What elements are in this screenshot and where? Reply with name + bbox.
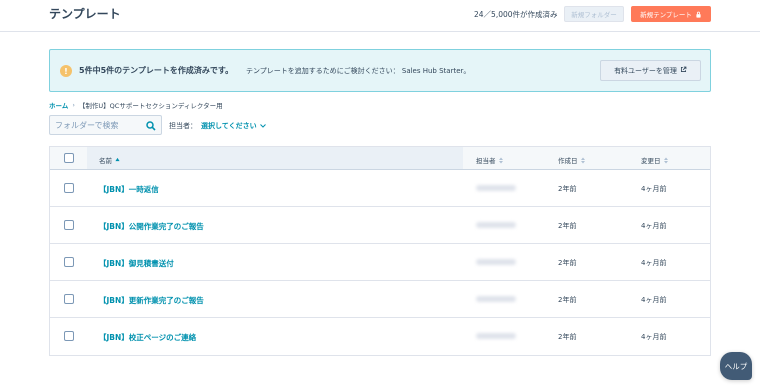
created-date: 2年前 [558, 259, 577, 267]
folder-search-box[interactable]: フォルダーで検索 [49, 115, 162, 135]
column-header-owner-label: 担当者 [476, 157, 496, 165]
sort-ascending-icon [115, 156, 120, 164]
owner-filter-value: 選択してください [201, 122, 257, 130]
help-button[interactable]: ヘルプ [720, 352, 752, 380]
owner-redacted [476, 185, 516, 191]
modified-date: 4ヶ月前 [641, 259, 667, 267]
table-row: 【JBN】公開作業完了のご報告 2年前 4ヶ月前 [50, 207, 710, 244]
template-name-link[interactable]: 【JBN】公開作業完了のご報告 [99, 221, 204, 232]
row-checkbox[interactable] [64, 294, 74, 304]
table-header: 名前 担当者 作成日 変更日 [50, 147, 710, 170]
external-link-icon [680, 66, 687, 75]
page-header: テンプレート 24／5,000件が作成済み 新規フォルダー 新規テンプレート [0, 0, 760, 32]
owner-filter-dropdown[interactable]: 選択してください [201, 121, 266, 131]
page-title: テンプレート [49, 7, 121, 21]
owner-redacted [476, 296, 516, 302]
table-row: 【JBN】一時返信 2年前 4ヶ月前 [50, 170, 710, 207]
upgrade-banner: ! 5件中5件のテンプレートを作成済みです。 テンプレートを追加するためにご検討… [49, 49, 711, 92]
new-folder-label: 新規フォルダー [571, 11, 617, 19]
modified-date: 4ヶ月前 [641, 185, 667, 193]
sort-icon [663, 157, 668, 164]
breadcrumb-home-link[interactable]: ホーム [49, 100, 68, 110]
row-checkbox[interactable] [64, 257, 74, 267]
warning-icon: ! [60, 65, 72, 77]
created-date: 2年前 [558, 222, 577, 230]
column-header-owner[interactable]: 担当者 [476, 155, 503, 165]
manage-paid-users-label: 有料ユーザーを管理 [614, 66, 677, 75]
modified-date: 4ヶ月前 [641, 333, 667, 341]
sort-icon [498, 157, 503, 164]
new-template-label: 新規テンプレート [640, 11, 692, 19]
column-header-modified-label: 変更日 [641, 157, 661, 165]
row-checkbox[interactable] [64, 183, 74, 193]
breadcrumb: ホーム › 【制作U】QCサポートセクションディレクター用 [49, 100, 223, 110]
manage-paid-users-button[interactable]: 有料ユーザーを管理 [600, 60, 701, 81]
table-row: 【JBN】校正ページのご連絡 2年前 4ヶ月前 [50, 318, 710, 355]
template-name-link[interactable]: 【JBN】御見積書送付 [99, 258, 174, 269]
new-folder-button[interactable]: 新規フォルダー [564, 6, 624, 22]
modified-date: 4ヶ月前 [641, 296, 667, 304]
template-count: 24／5,000件が作成済み [474, 10, 558, 19]
created-date: 2年前 [558, 296, 577, 304]
name-column-highlight [87, 147, 463, 169]
row-checkbox[interactable] [64, 220, 74, 230]
templates-table: 名前 担当者 作成日 変更日 【JBN】一時返信 2年前 4ヶ月前 【JBN】公… [49, 146, 711, 356]
breadcrumb-separator: › [72, 101, 75, 109]
column-header-name-label: 名前 [99, 157, 112, 165]
new-template-button[interactable]: 新規テンプレート [631, 6, 711, 22]
created-date: 2年前 [558, 333, 577, 341]
column-header-modified[interactable]: 変更日 [641, 155, 668, 165]
sort-icon [580, 157, 585, 164]
banner-title: 5件中5件のテンプレートを作成済みです。 [79, 66, 234, 75]
banner-message: テンプレートを追加するためにご検討ください： Sales Hub Starter… [246, 67, 471, 75]
modified-date: 4ヶ月前 [641, 222, 667, 230]
select-all-checkbox[interactable] [64, 153, 74, 163]
owner-redacted [476, 259, 516, 265]
search-icon[interactable] [146, 121, 156, 131]
template-name-link[interactable]: 【JBN】校正ページのご連絡 [99, 332, 196, 343]
column-header-created-label: 作成日 [558, 157, 578, 165]
template-name-link[interactable]: 【JBN】更新作業完了のご報告 [99, 295, 204, 306]
created-date: 2年前 [558, 185, 577, 193]
breadcrumb-current: 【制作U】QCサポートセクションディレクター用 [78, 102, 223, 110]
column-header-created[interactable]: 作成日 [558, 155, 585, 165]
help-label: ヘルプ [724, 361, 748, 371]
lock-icon [695, 11, 702, 18]
folder-search-input[interactable]: フォルダーで検索 [55, 120, 119, 131]
template-name-link[interactable]: 【JBN】一時返信 [99, 184, 159, 195]
table-row: 【JBN】更新作業完了のご報告 2年前 4ヶ月前 [50, 281, 710, 318]
chevron-down-icon [259, 122, 266, 130]
owner-filter-label: 担当者： [169, 122, 197, 130]
row-checkbox[interactable] [64, 331, 74, 341]
column-header-name[interactable]: 名前 [99, 155, 120, 165]
owner-redacted [476, 333, 516, 339]
owner-redacted [476, 222, 516, 228]
table-row: 【JBN】御見積書送付 2年前 4ヶ月前 [50, 244, 710, 281]
